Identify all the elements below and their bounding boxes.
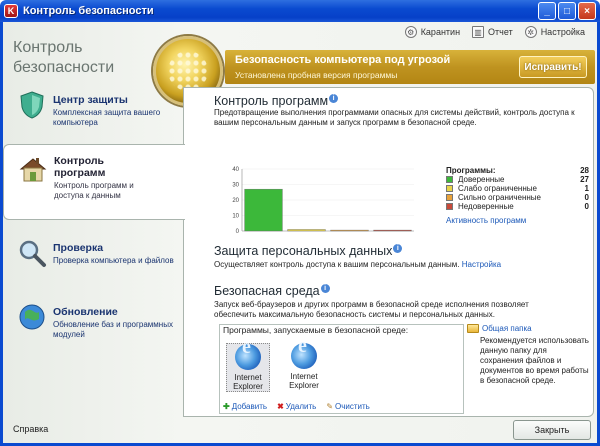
safe-env-desc: Запуск веб-браузеров и других программ в… <box>214 300 529 319</box>
legend-value: 1 <box>584 184 589 193</box>
legend-swatch <box>446 194 453 201</box>
personal-data-desc: Осуществляет контроль доступа к вашим пе… <box>214 260 502 269</box>
safe-env-ops: ✚ Добавить ✖ Удалить ✎ Очистить <box>223 402 370 411</box>
app-title: Контроль безопасности <box>13 39 115 76</box>
main-content: Контроль программ i Предотвращение выполн… <box>183 87 594 417</box>
clear-button[interactable]: ✎ Очистить <box>326 402 370 411</box>
legend-row: Доверенные 27 <box>446 175 589 184</box>
delete-icon: ✖ <box>277 402 284 411</box>
broom-icon: ✎ <box>326 402 334 411</box>
house-icon <box>19 158 47 182</box>
plus-icon: ✚ <box>223 402 230 411</box>
legend-label: Доверенные <box>458 175 505 184</box>
sidebar-item-title: Центр защиты <box>53 94 128 106</box>
app-control-title: Контроль программ i <box>214 94 339 108</box>
fix-button[interactable]: Исправить! <box>519 56 587 78</box>
help-link[interactable]: Справка <box>13 424 48 434</box>
sidebar-item-title: Контроль программ <box>54 155 106 179</box>
sidebar-item-scan[interactable]: Проверка Проверка компьютера и файлов <box>3 230 183 300</box>
safe-env-title: Безопасная среда i <box>214 284 330 298</box>
safe-program-item[interactable]: Internet Explorer <box>282 342 326 390</box>
sidebar-item-update[interactable]: Обновление Обновление баз и программных … <box>3 294 183 364</box>
programs-chart: 0 10 20 30 40 <box>232 167 414 235</box>
legend-value: 0 <box>584 202 589 211</box>
legend-swatch <box>446 185 453 192</box>
folder-icon <box>467 324 479 333</box>
close-window-button[interactable]: × <box>578 2 596 20</box>
y-tick-label: 20 <box>232 198 239 204</box>
window-title: Контроль безопасности <box>23 5 154 17</box>
y-tick-label: 30 <box>232 183 239 189</box>
y-tick-label: 0 <box>236 229 240 235</box>
sidebar-item-desc: Обновление баз и программных модулей <box>53 320 173 339</box>
settings-icon: ✲ <box>524 26 537 38</box>
shared-folder-link[interactable]: Общая папка <box>467 324 532 333</box>
info-icon[interactable]: i <box>329 94 339 103</box>
legend-value: 27 <box>580 175 589 184</box>
bar-1 <box>287 229 326 232</box>
sidebar-item-desc: Проверка компьютера и файлов <box>53 256 174 265</box>
bar-2 <box>330 229 369 232</box>
status-bar: Безопасность компьютера под угрозой Уста… <box>225 50 595 84</box>
globe-update-icon <box>19 304 45 330</box>
legend-label: Недоверенные <box>458 202 514 211</box>
window-controls: _ □ × <box>538 2 596 20</box>
program-activity-link[interactable]: Активность программ <box>446 216 589 225</box>
shared-folder-desc: Рекомендуется использовать данную папку … <box>480 336 589 385</box>
legend-value: 0 <box>584 193 589 202</box>
toolbar-settings[interactable]: ✲ Настройка <box>524 26 585 38</box>
sidebar-item-protection-center[interactable]: Центр защиты Комплексная защита вашего к… <box>3 82 183 152</box>
programs-legend: Программы: 28 Доверенные 27 Слабо ограниче… <box>446 166 589 225</box>
maximize-button[interactable]: □ <box>558 2 576 20</box>
legend-label: Сильно ограниченные <box>458 193 541 202</box>
legend-swatch <box>446 176 453 183</box>
info-icon[interactable]: i <box>320 284 330 293</box>
safe-env-box-header: Программы, запускаемые в безопасной сред… <box>223 325 409 335</box>
toolbar-report[interactable]: ▥ Отчет <box>472 26 513 38</box>
safe-program-item[interactable]: Internet Explorer <box>226 343 270 392</box>
app-icon: K <box>4 4 18 18</box>
sidebar-item-desc: Контроль программ и доступа к данным <box>54 181 134 200</box>
internet-explorer-icon <box>291 342 317 369</box>
report-icon: ▥ <box>472 26 485 38</box>
add-program-button[interactable]: ✚ Добавить <box>223 402 267 411</box>
minimize-button[interactable]: _ <box>538 2 556 20</box>
personal-data-settings-link[interactable]: Настройка <box>462 260 501 269</box>
legend-total: Программы: 28 <box>446 166 589 175</box>
sidebar-item-title: Обновление <box>53 306 118 318</box>
title-bar: K Контроль безопасности _ □ × <box>0 0 600 22</box>
quarantine-icon: ⚙ <box>404 26 417 38</box>
sidebar-item-app-control[interactable]: Контроль программ Контроль программ и до… <box>3 144 185 220</box>
sidebar-item-desc: Комплексная защита вашего компьютера <box>53 108 161 127</box>
legend-row: Слабо ограниченные 1 <box>446 184 589 193</box>
internet-explorer-icon <box>235 343 261 370</box>
legend-row: Сильно ограниченные 0 <box>446 193 589 202</box>
y-tick-label: 40 <box>232 167 239 173</box>
y-tick-label: 10 <box>232 214 239 220</box>
personal-data-title: Защита персональных данных i <box>214 244 403 258</box>
info-icon[interactable]: i <box>393 244 403 253</box>
bar-0 <box>244 188 283 232</box>
app-window: Контроль безопасности ⚙ Карантин ▥ Отчет… <box>0 22 600 446</box>
safe-env-programs-box: Программы, запускаемые в безопасной сред… <box>219 324 464 414</box>
shield-icon <box>20 91 44 119</box>
status-subtitle: Установлена пробная версия программы <box>235 70 398 80</box>
status-title: Безопасность компьютера под угрозой <box>235 54 451 66</box>
close-button[interactable]: Закрыть <box>513 420 591 440</box>
legend-label: Слабо ограниченные <box>458 184 537 193</box>
legend-swatch <box>446 203 453 210</box>
magnifier-icon <box>19 240 46 267</box>
legend-row: Недоверенные 0 <box>446 202 589 211</box>
app-control-desc: Предотвращение выполнения программами оп… <box>214 108 575 127</box>
toolbar-quarantine[interactable]: ⚙ Карантин <box>404 26 460 38</box>
delete-program-button[interactable]: ✖ Удалить <box>277 402 316 411</box>
sidebar-item-title: Проверка <box>53 242 104 254</box>
toolbar: ⚙ Карантин ▥ Отчет ✲ Настройка <box>404 26 585 38</box>
bar-3 <box>373 229 412 232</box>
